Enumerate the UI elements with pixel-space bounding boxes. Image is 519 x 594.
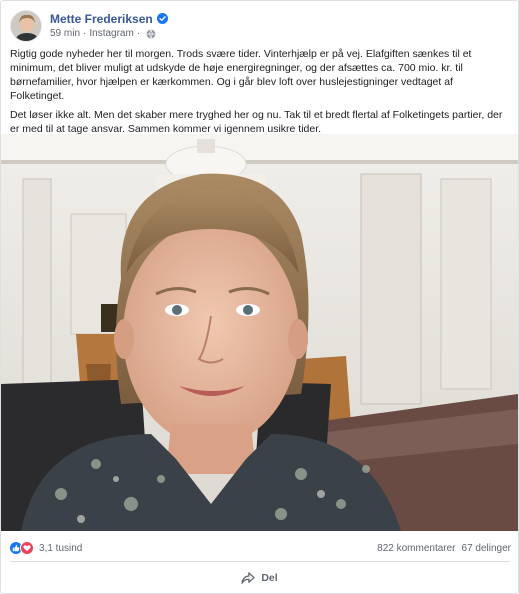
post-text: Rigtig gode nyheder her til morgen. Trod… xyxy=(10,47,510,141)
post-time[interactable]: 59 min xyxy=(50,28,80,39)
post-meta: 59 min · Instagram · xyxy=(50,28,168,39)
comments-count[interactable]: 822 kommentarer xyxy=(377,543,455,554)
divider xyxy=(10,561,510,562)
meta-separator-2: · xyxy=(136,28,141,39)
post-card: Mette Frederiksen 59 min · Instagram · R… xyxy=(0,0,519,594)
post-paragraph-2: Det løser ikke alt. Men det skaber mere … xyxy=(10,109,503,135)
shares-count[interactable]: 67 delinger xyxy=(462,543,511,554)
love-reaction-icon xyxy=(20,541,34,555)
share-arrow-icon xyxy=(241,572,255,584)
verified-badge-icon xyxy=(156,13,168,24)
post-paragraph-1: Rigtig gode nyheder her til morgen. Trod… xyxy=(10,48,472,102)
share-button[interactable]: Del xyxy=(1,567,518,589)
globe-icon[interactable] xyxy=(146,29,156,39)
author-name[interactable]: Mette Frederiksen xyxy=(50,12,153,26)
post-source: Instagram xyxy=(89,28,134,39)
meta-separator: · xyxy=(83,28,87,39)
post-header: Mette Frederiksen 59 min · Instagram · xyxy=(10,10,168,42)
reactions-count[interactable]: 3,1 tusind xyxy=(39,543,82,554)
avatar[interactable] xyxy=(10,10,42,42)
post-stats: 3,1 tusind 822 kommentarer 67 delinger xyxy=(9,539,511,557)
post-photo[interactable] xyxy=(1,134,518,531)
share-label: Del xyxy=(261,572,278,584)
reactions-summary[interactable]: 3,1 tusind xyxy=(9,541,82,555)
